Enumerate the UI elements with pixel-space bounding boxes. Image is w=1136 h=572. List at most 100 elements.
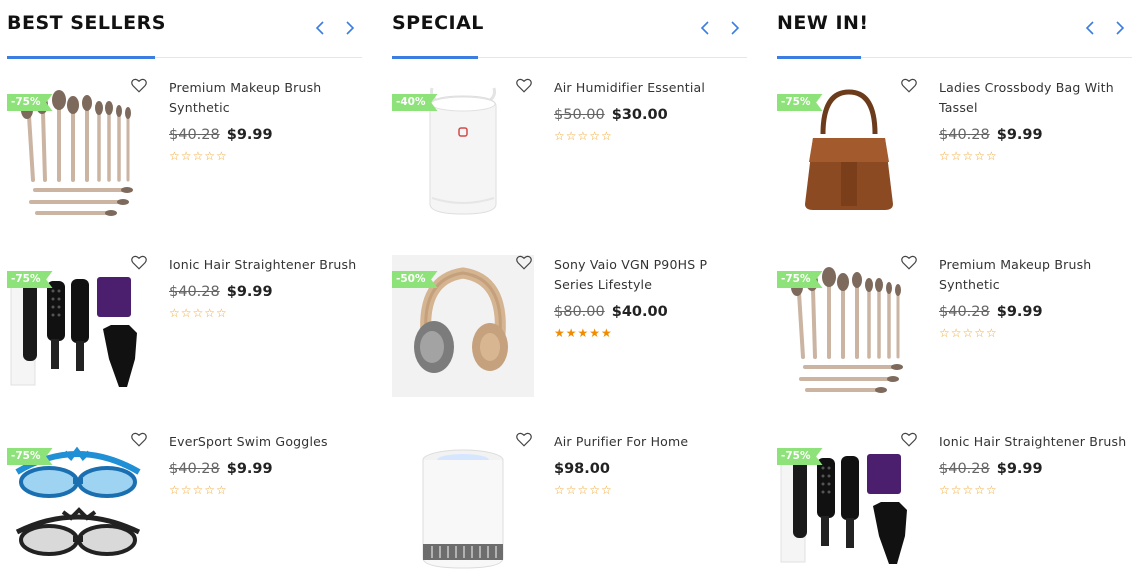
discount-badge: -50% — [392, 271, 438, 288]
carousel-nav — [697, 18, 743, 38]
column-title: SPECIAL — [392, 12, 484, 34]
rating-stars: ☆☆☆☆☆ — [554, 483, 613, 497]
product-info: EverSport Swim Goggles $40.28 $9.99 ☆☆☆☆☆ — [169, 432, 364, 497]
current-price: $9.99 — [996, 461, 1043, 477]
product-prices: $40.28 $9.99 — [169, 127, 364, 143]
product-info: Air Purifier For Home $98.00 ☆☆☆☆☆ — [554, 432, 749, 497]
product-card[interactable]: -75% Premium Makeup Brush Synthetic $40.28… — [7, 70, 362, 230]
product-prices: $98.00 — [554, 461, 749, 477]
product-info: Premium Makeup Brush Synthetic $40.28 $9.9… — [939, 255, 1134, 340]
old-price: $40.28 — [169, 284, 220, 300]
heart-icon[interactable] — [900, 253, 918, 271]
current-price: $9.99 — [996, 127, 1043, 143]
heart-icon[interactable] — [515, 430, 533, 448]
product-name[interactable]: Air Humidifier Essential — [554, 78, 749, 98]
product-image[interactable] — [392, 432, 534, 572]
product-prices: $40.28 $9.99 — [169, 461, 364, 477]
product-name[interactable]: Air Purifier For Home — [554, 432, 749, 452]
column-new-in: NEW IN! -75% Ladies Crossbody Bag With Ta… — [777, 0, 1132, 572]
heart-icon[interactable] — [130, 76, 148, 94]
old-price: $40.28 — [939, 304, 990, 320]
rating-stars: ☆☆☆☆☆ — [169, 149, 228, 163]
discount-badge: -75% — [7, 448, 53, 465]
heart-icon[interactable] — [900, 76, 918, 94]
column-header: BEST SELLERS — [7, 0, 362, 59]
current-price: $9.99 — [996, 304, 1043, 320]
discount-badge: -40% — [392, 94, 438, 111]
column-header: NEW IN! — [777, 0, 1132, 59]
product-name[interactable]: Ladies Crossbody Bag With Tassel — [939, 78, 1134, 118]
rating-stars: ☆☆☆☆☆ — [554, 129, 613, 143]
product-prices: $40.28 $9.99 — [939, 304, 1134, 320]
product-card[interactable]: -75% EverSport Swim Goggles $40.28 $9.99 ☆☆☆… — [7, 424, 362, 572]
title-underline — [7, 56, 155, 59]
product-prices: $40.28 $9.99 — [939, 461, 1134, 477]
chevron-left-icon[interactable] — [312, 18, 328, 38]
product-prices: $40.28 $9.99 — [939, 127, 1134, 143]
current-price: $9.99 — [226, 127, 273, 143]
product-info: Ladies Crossbody Bag With Tassel $40.28 $9… — [939, 78, 1134, 163]
discount-badge: -75% — [777, 448, 823, 465]
product-info: Sony Vaio VGN P90HS P Series Lifestyle $8… — [554, 255, 749, 340]
chevron-right-icon[interactable] — [727, 18, 743, 38]
product-prices: $40.28 $9.99 — [169, 284, 364, 300]
product-card[interactable]: -75% Ladies Crossbody Bag With Tassel $40.… — [777, 70, 1132, 230]
rating-stars: ☆☆☆☆☆ — [169, 483, 228, 497]
product-prices: $50.00 $30.00 — [554, 107, 749, 123]
product-info: Premium Makeup Brush Synthetic $40.28 $9.9… — [169, 78, 364, 163]
product-name[interactable]: Premium Makeup Brush Synthetic — [939, 255, 1134, 295]
rating-stars: ☆☆☆☆☆ — [939, 326, 998, 340]
product-info: Ionic Hair Straightener Brush $40.28 $9.99… — [169, 255, 364, 320]
column-header: SPECIAL — [392, 0, 747, 59]
product-card[interactable]: -50% Sony Vaio VGN P90HS P Series Lifesty… — [392, 247, 747, 407]
chevron-right-icon[interactable] — [1112, 18, 1128, 38]
current-price: $98.00 — [554, 461, 610, 477]
product-card[interactable]: -40% Air Humidifier Essential $50.00 $30.00… — [392, 70, 747, 230]
product-info: Ionic Hair Straightener Brush $40.28 $9.99… — [939, 432, 1134, 497]
carousel-nav — [312, 18, 358, 38]
discount-badge: -75% — [777, 271, 823, 288]
product-card[interactable]: -75% Ionic Hair Straightener Brush $40.28 $… — [777, 424, 1132, 572]
product-info: Air Humidifier Essential $50.00 $30.00 ☆☆☆☆… — [554, 78, 749, 143]
heart-icon[interactable] — [515, 253, 533, 271]
title-underline — [392, 56, 478, 59]
discount-badge: -75% — [777, 94, 823, 111]
discount-badge: -75% — [7, 94, 53, 111]
product-name[interactable]: Sony Vaio VGN P90HS P Series Lifestyle — [554, 255, 749, 295]
current-price: $40.00 — [611, 304, 668, 320]
product-prices: $80.00 $40.00 — [554, 304, 749, 320]
heart-icon[interactable] — [130, 253, 148, 271]
discount-badge: -75% — [7, 271, 53, 288]
old-price: $80.00 — [554, 304, 605, 320]
product-card[interactable]: Air Purifier For Home $98.00 ☆☆☆☆☆ — [392, 424, 747, 572]
product-name[interactable]: Premium Makeup Brush Synthetic — [169, 78, 364, 118]
column-best-sellers: BEST SELLERS -75% Premium Makeup Brush S… — [7, 0, 362, 572]
rating-stars: ☆☆☆☆☆ — [939, 149, 998, 163]
column-special: SPECIAL -40% Air Humidifier Essential $50.… — [392, 0, 747, 572]
chevron-left-icon[interactable] — [1082, 18, 1098, 38]
title-underline — [777, 56, 861, 59]
heart-icon[interactable] — [515, 76, 533, 94]
product-name[interactable]: Ionic Hair Straightener Brush — [169, 255, 364, 275]
rating-stars: ☆☆☆☆☆ — [939, 483, 998, 497]
carousel-nav — [1082, 18, 1128, 38]
product-name[interactable]: Ionic Hair Straightener Brush — [939, 432, 1134, 452]
product-name[interactable]: EverSport Swim Goggles — [169, 432, 364, 452]
column-title: NEW IN! — [777, 12, 869, 34]
rating-stars: ☆☆☆☆☆ — [169, 306, 228, 320]
chevron-right-icon[interactable] — [342, 18, 358, 38]
old-price: $40.28 — [169, 461, 220, 477]
current-price: $9.99 — [226, 284, 273, 300]
chevron-left-icon[interactable] — [697, 18, 713, 38]
rating-stars: ★★★★★ — [554, 326, 613, 340]
product-card[interactable]: -75% Ionic Hair Straightener Brush $40.28 $… — [7, 247, 362, 407]
old-price: $40.28 — [939, 461, 990, 477]
heart-icon[interactable] — [130, 430, 148, 448]
old-price: $40.28 — [939, 127, 990, 143]
current-price: $30.00 — [611, 107, 668, 123]
old-price: $40.28 — [169, 127, 220, 143]
heart-icon[interactable] — [900, 430, 918, 448]
old-price: $50.00 — [554, 107, 605, 123]
column-title: BEST SELLERS — [7, 12, 166, 34]
product-card[interactable]: -75% Premium Makeup Brush Synthetic $40.28… — [777, 247, 1132, 407]
